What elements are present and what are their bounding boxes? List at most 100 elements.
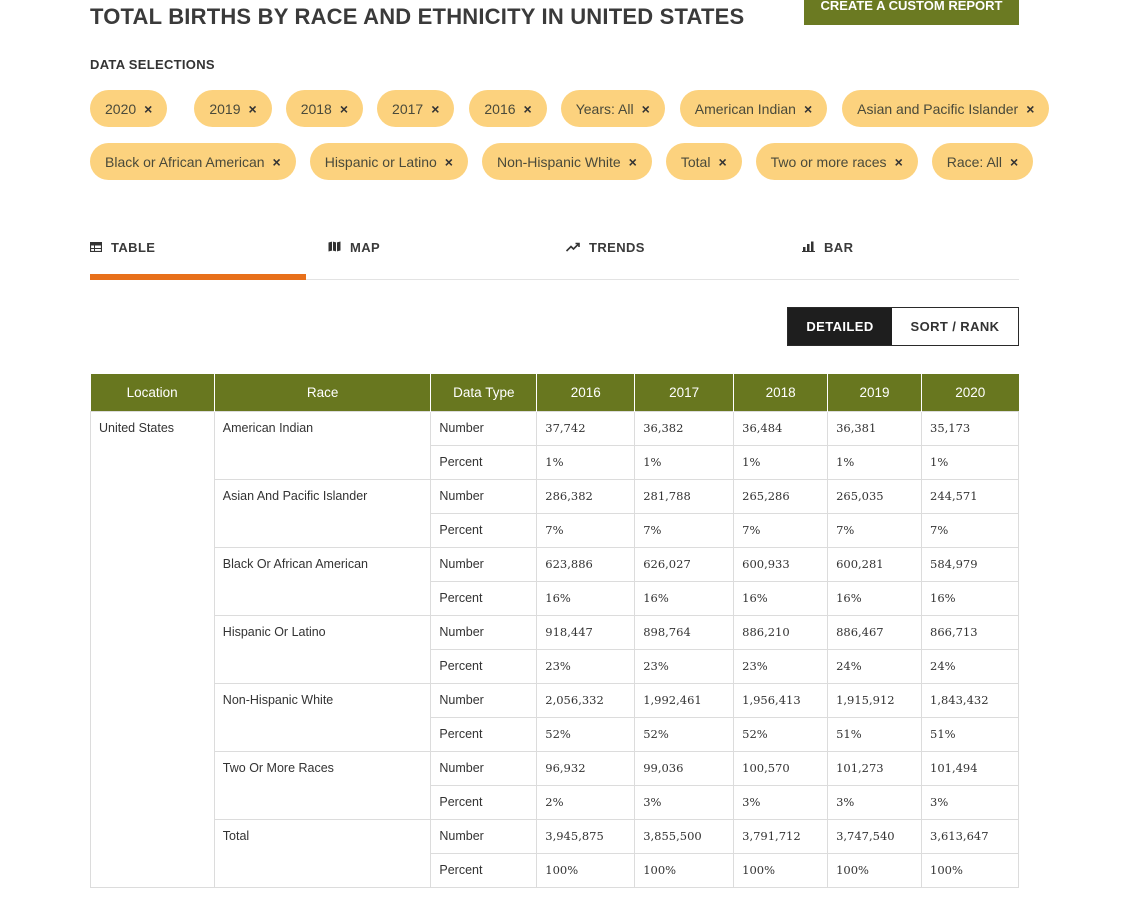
table-row: Two Or More Races Number 96,932 99,036 100,5… [91,750,1019,820]
chip-non-hispanic-white[interactable]: Non-Hispanic White × [481,143,652,180]
column-header-2016: 2016 [536,374,636,411]
value-cell: 101,273 [827,750,922,786]
value-cell: 3% [733,784,829,820]
chip-label: 2020 [105,100,137,117]
table-body: United States American Indian Number 37,742… [90,410,1019,888]
close-icon[interactable]: × [718,154,726,170]
chip-label: 2019 [209,100,241,117]
value-cell: 7% [634,512,735,548]
data-type-cell: Number [430,750,538,786]
value-cell: 52% [536,716,636,752]
close-icon[interactable]: × [1026,101,1034,117]
view-mode-toggle: DETAILED SORT / RANK [787,307,1019,346]
data-type-cell: Percent [430,648,538,684]
chips-row-1: 2020 × 2019 × 2018 × 2017 × 2016 × Years: All × Amer… [90,90,1050,127]
chip-asian-and-pacific-islander[interactable]: Asian and Pacific Islander × [842,90,1050,127]
chip-race-all[interactable]: Race: All × [931,143,1034,180]
births-table: Location Race Data Type 2016 2017 2018 2019 202… [90,374,1019,888]
value-cell: 100% [733,852,829,888]
value-cell: 886,467 [827,614,922,650]
close-icon[interactable]: × [524,101,532,117]
chip-american-indian[interactable]: American Indian × [679,90,828,127]
column-header-2018: 2018 [733,374,829,411]
value-cell: 244,571 [921,478,1019,514]
value-cell: 96,932 [536,750,636,786]
close-icon[interactable]: × [895,154,903,170]
value-cell: 100% [827,852,922,888]
value-cell: 24% [921,648,1019,684]
value-cell: 600,281 [827,546,922,582]
close-icon[interactable]: × [642,101,650,117]
value-cell: 16% [921,580,1019,616]
close-icon[interactable]: × [144,101,152,117]
close-icon[interactable]: × [804,101,812,117]
chip-two-or-more-races[interactable]: Two or more races × [755,143,918,180]
chip-label: 2017 [392,100,424,117]
tab-trends[interactable]: TRENDS [565,230,645,280]
data-type-cell: Number [430,614,538,650]
close-icon[interactable]: × [1010,154,1018,170]
value-cell: 1,956,413 [733,682,829,718]
value-cell: 3% [827,784,922,820]
close-icon[interactable]: × [273,154,281,170]
chip-2017[interactable]: 2017 × [377,90,455,127]
map-icon [328,240,341,255]
table-row: Non-Hispanic White Number 2,056,332 1,992,4… [91,682,1019,752]
chip-label: Total [680,153,711,170]
value-cell: 3,945,875 [536,818,636,854]
create-custom-report-button[interactable]: CREATE A CUSTOM REPORT [804,0,1019,25]
chip-2020[interactable]: 2020 × [90,90,168,127]
value-cell: 866,713 [921,614,1019,650]
location-cell: United States [90,410,215,888]
page-title: TOTAL BIRTHS BY RACE AND ETHNICITY IN UN… [90,4,745,29]
chip-years-all[interactable]: Years: All × [560,90,665,127]
close-icon[interactable]: × [340,101,348,117]
chip-total[interactable]: Total × [665,143,742,180]
data-type-cell: Percent [430,784,538,820]
value-cell: 16% [536,580,636,616]
chip-hispanic-or-latino[interactable]: Hispanic or Latino × [309,143,468,180]
detailed-button[interactable]: DETAILED [788,308,892,345]
close-icon[interactable]: × [629,154,637,170]
value-cell: 7% [733,512,829,548]
data-type-cell: Percent [430,852,538,888]
tab-map[interactable]: MAP [328,230,380,280]
chip-2018[interactable]: 2018 × [285,90,364,127]
value-cell: 100,570 [733,750,829,786]
value-cell: 52% [634,716,735,752]
value-cell: 23% [733,648,829,684]
value-cell: 2% [536,784,636,820]
close-icon[interactable]: × [445,154,453,170]
value-cell: 36,382 [634,410,735,446]
data-type-cell: Percent [430,580,538,616]
value-cell: 3,791,712 [733,818,829,854]
data-type-cell: Number [430,410,538,446]
sort-rank-button[interactable]: SORT / RANK [892,308,1018,345]
value-cell: 16% [827,580,922,616]
value-cell: 3% [634,784,735,820]
close-icon[interactable]: × [249,101,257,117]
race-cell: Non-Hispanic White [213,682,432,752]
chip-black-or-african-american[interactable]: Black or African American × [90,143,296,180]
chip-2016[interactable]: 2016 × [469,90,547,127]
value-cell: 1% [634,444,735,480]
value-cell: 1% [827,444,922,480]
tab-bar[interactable]: BAR [802,230,853,280]
race-cell: Asian And Pacific Islander [213,478,432,548]
chip-label: Asian and Pacific Islander [857,100,1019,117]
table-row: Black Or African American Number 623,886 62… [91,546,1019,616]
data-type-cell: Number [430,818,538,854]
chip-label: Black or African American [105,153,265,170]
value-cell: 898,764 [634,614,735,650]
value-cell: 626,027 [634,546,735,582]
selection-chips: 2020 × 2019 × 2018 × 2017 × 2016 × Years: All × Amer… [90,90,1050,196]
value-cell: 1% [921,444,1019,480]
column-header-data-type: Data Type [430,374,538,411]
chip-2019[interactable]: 2019 × [194,90,272,127]
column-header-2020: 2020 [921,374,1019,411]
tab-table[interactable]: TABLE [89,230,306,280]
close-icon[interactable]: × [431,101,439,117]
value-cell: 286,382 [536,478,636,514]
race-cell: Total [213,818,432,888]
value-cell: 52% [733,716,829,752]
